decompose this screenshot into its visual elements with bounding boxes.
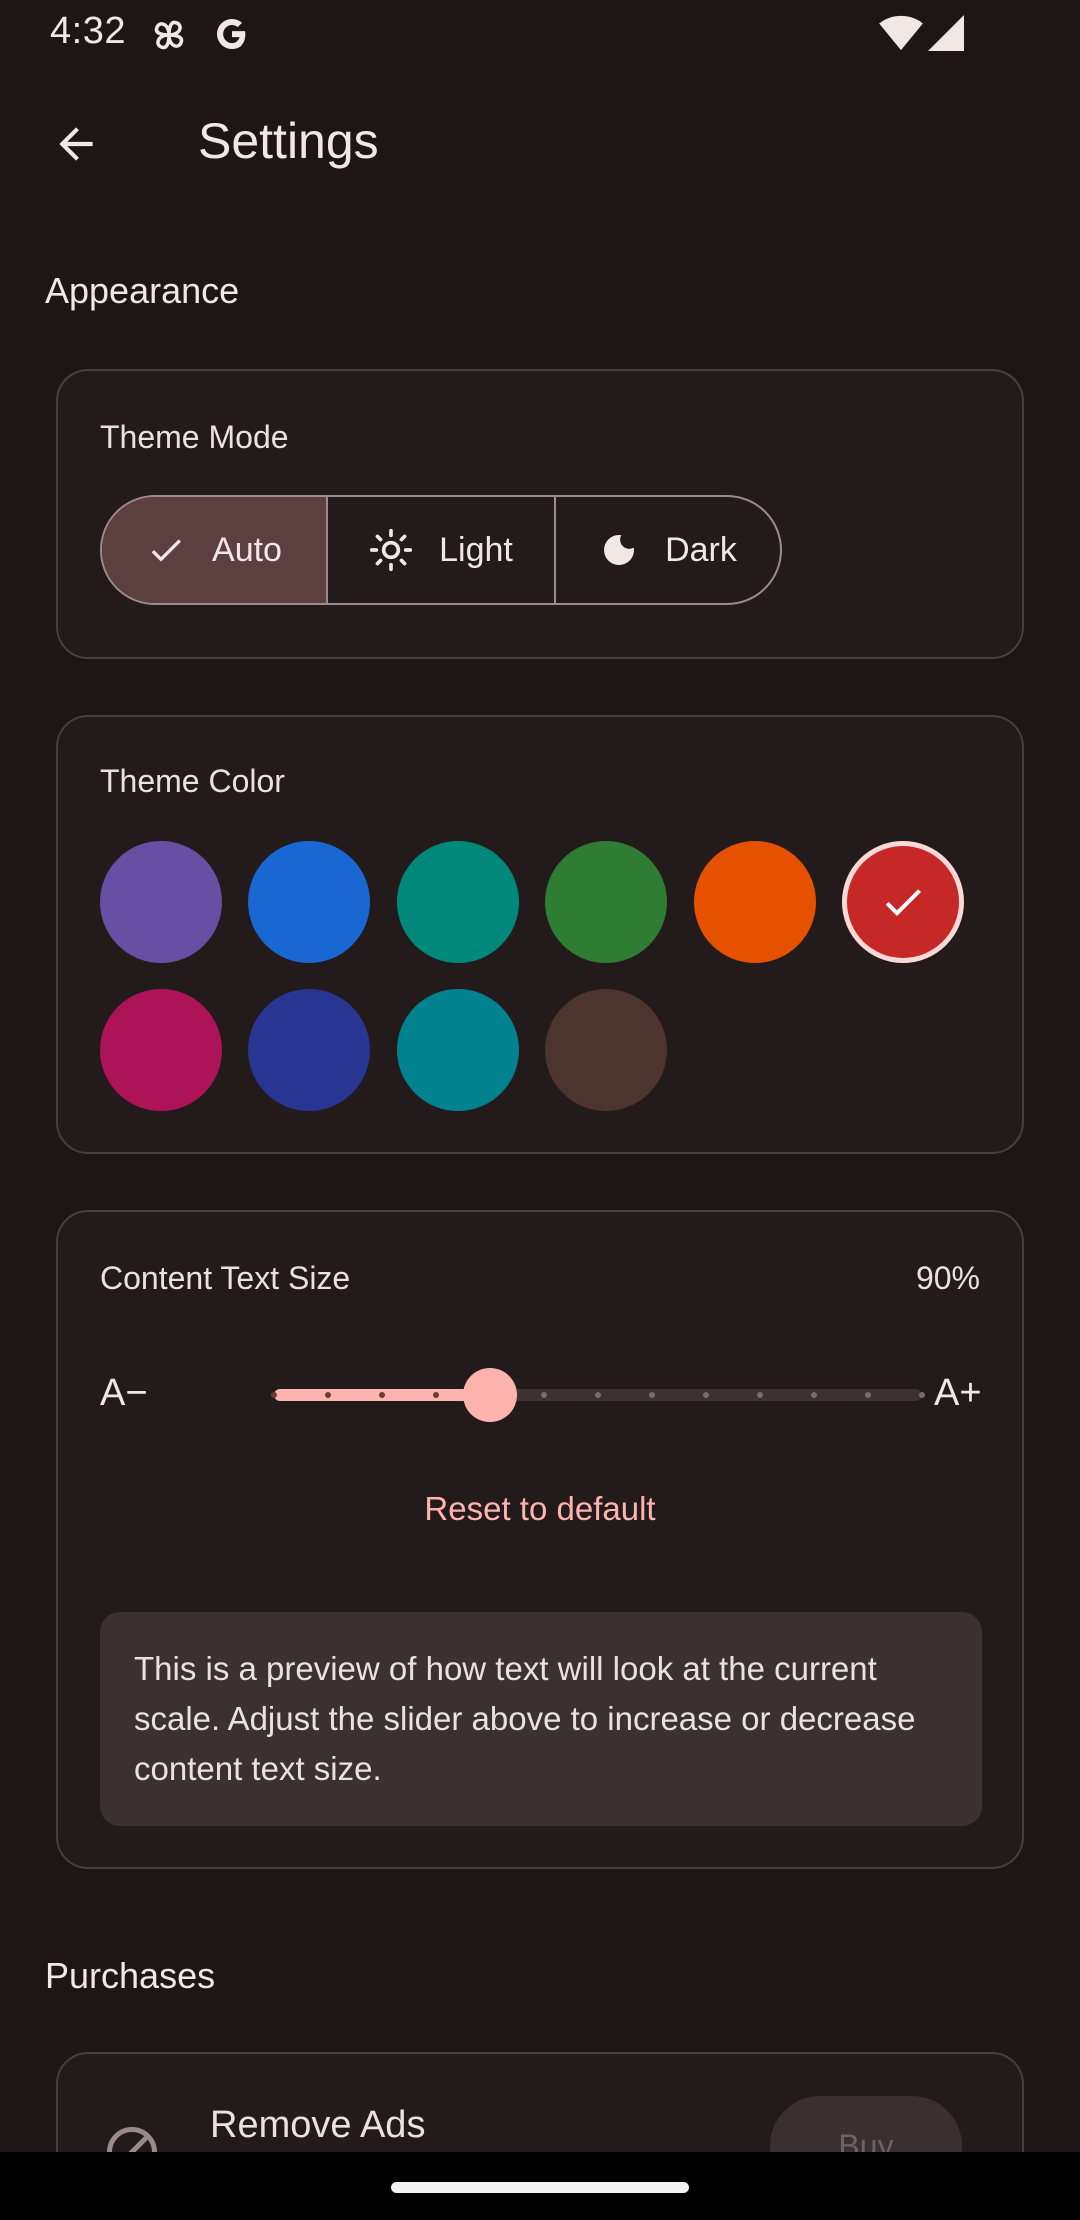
- theme-mode-light-label: Light: [439, 530, 513, 569]
- theme-color-swatch[interactable]: [693, 841, 816, 963]
- text-size-label: Content Text Size: [100, 1260, 351, 1296]
- text-preview: This is a preview of how text will look …: [100, 1612, 982, 1826]
- check-icon: [146, 530, 186, 570]
- theme-color-card: Theme Color: [56, 715, 1024, 1154]
- moon-icon: [599, 530, 639, 570]
- slider-tick: [271, 1392, 277, 1398]
- back-button[interactable]: [36, 106, 116, 186]
- signal-icon: [928, 14, 964, 57]
- increase-text-size-label: A+: [934, 1372, 982, 1414]
- google-icon: [212, 14, 252, 59]
- slider-tick: [649, 1392, 655, 1398]
- slider-tick: [541, 1392, 547, 1398]
- theme-color-swatch[interactable]: [396, 989, 519, 1111]
- slider-tick: [379, 1392, 385, 1398]
- page-title: Settings: [198, 113, 379, 169]
- status-bar: 4:32: [0, 0, 1080, 68]
- text-size-value: 90%: [915, 1260, 980, 1296]
- wifi-icon: [878, 14, 924, 57]
- slider-tick: [433, 1392, 439, 1398]
- theme-mode-card: Theme Mode Auto Light Dark: [56, 369, 1024, 659]
- theme-color-swatch[interactable]: [842, 841, 964, 963]
- slider-tick: [811, 1392, 817, 1398]
- theme-mode-auto-label: Auto: [212, 530, 282, 569]
- arrow-back-icon: [51, 119, 101, 174]
- system-navigation-bar: [0, 2152, 1080, 2220]
- theme-mode-dark-option[interactable]: Dark: [554, 497, 780, 603]
- decrease-text-size-label: A−: [100, 1372, 148, 1414]
- theme-mode-auto-option[interactable]: Auto: [102, 497, 326, 603]
- theme-color-swatch[interactable]: [248, 841, 371, 963]
- theme-color-swatch[interactable]: [100, 841, 222, 963]
- pinwheel-icon: [148, 14, 190, 61]
- status-time: 4:32: [50, 10, 126, 52]
- sun-icon: [369, 528, 413, 572]
- theme-mode-light-option[interactable]: Light: [326, 497, 554, 603]
- top-app-bar: Settings: [0, 80, 1080, 204]
- home-gesture-handle[interactable]: [391, 2182, 689, 2193]
- theme-mode-segmented-button: Auto Light Dark: [100, 495, 782, 605]
- theme-color-swatch[interactable]: [100, 989, 222, 1111]
- section-title-appearance: Appearance: [45, 270, 240, 311]
- settings-screen: 4:32 Settings Appearance Theme Mode Auto…: [0, 0, 1080, 2220]
- slider-tick: [865, 1392, 871, 1398]
- theme-color-swatch[interactable]: [545, 841, 668, 963]
- slider-tick: [919, 1392, 925, 1398]
- theme-mode-dark-label: Dark: [665, 530, 737, 569]
- slider-tick: [703, 1392, 709, 1398]
- slider-thumb[interactable]: [463, 1368, 517, 1422]
- reset-to-default-button[interactable]: Reset to default: [58, 1490, 1022, 1528]
- theme-color-swatch[interactable]: [545, 989, 668, 1111]
- slider-tick: [595, 1392, 601, 1398]
- theme-color-swatch[interactable]: [396, 841, 519, 963]
- slider-tick: [325, 1392, 331, 1398]
- slider-tick: [757, 1392, 763, 1398]
- check-icon: [842, 841, 964, 963]
- theme-color-label: Theme Color: [100, 763, 285, 799]
- section-title-purchases: Purchases: [45, 1955, 216, 1996]
- text-size-card: Content Text Size 90% A− A+ Reset to def…: [56, 1210, 1024, 1869]
- remove-ads-title: Remove Ads: [210, 2104, 426, 2146]
- theme-mode-label: Theme Mode: [100, 419, 289, 455]
- theme-color-swatch[interactable]: [248, 989, 371, 1111]
